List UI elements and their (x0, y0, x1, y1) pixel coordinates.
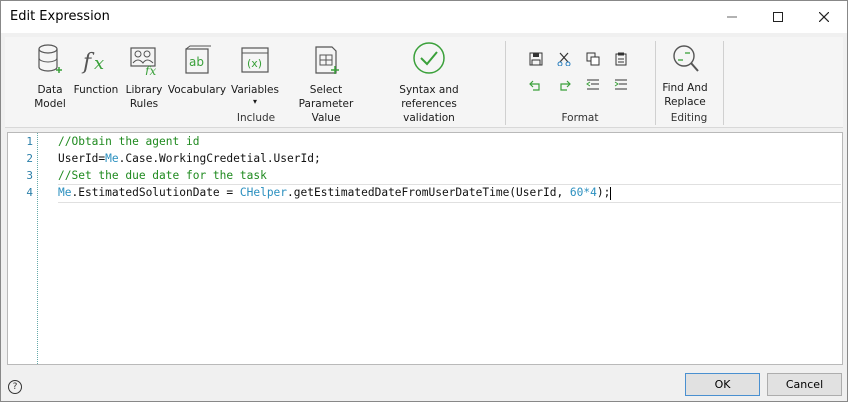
syntax-validation-label-1: Syntax and references (399, 84, 459, 110)
code-line-2: UserId=Me.Case.WorkingCredetial.UserId; (58, 152, 321, 165)
copy-icon (586, 52, 600, 66)
minimize-icon (727, 16, 737, 18)
keyword-token: Me (58, 186, 72, 199)
svg-text:f: f (81, 50, 95, 75)
vocabulary-icon: ab (167, 41, 227, 75)
function-button[interactable]: fx Function (72, 41, 120, 97)
minimize-button[interactable] (709, 1, 755, 33)
line-number: 1 (26, 135, 33, 148)
title-bar: Edit Expression (1, 1, 847, 33)
data-model-label-1: Data (37, 84, 63, 96)
find-replace-icon (657, 41, 713, 75)
code-token: UserId= (58, 152, 106, 165)
find-and-replace-button[interactable]: Find And Replace (657, 41, 713, 109)
maximize-icon (773, 12, 783, 22)
cancel-button[interactable]: Cancel (767, 373, 842, 396)
select-parameter-label-2: Value (311, 112, 341, 124)
window-title: Edit Expression (10, 9, 110, 24)
code-editor[interactable]: 1 2 3 4 //Obtain the agent id UserId=Me.… (7, 132, 843, 365)
undo-icon (529, 80, 540, 91)
code-line-3: //Set the due date for the task (58, 169, 267, 182)
ok-button[interactable]: OK (685, 373, 760, 396)
syntax-validation-label-2: validation (403, 112, 455, 124)
syntax-validation-button[interactable]: Syntax and references validation (373, 41, 485, 125)
ribbon-toolbar: Data Model fx Function fx Library Rules … (5, 37, 843, 128)
database-icon (29, 41, 71, 75)
maximize-button[interactable] (755, 1, 801, 33)
line-number: 3 (26, 169, 33, 182)
variables-dropdown-arrow: ▾ (252, 97, 257, 106)
code-line-1: //Obtain the agent id (58, 135, 199, 148)
close-button[interactable] (801, 1, 847, 33)
library-rules-button[interactable]: fx Library Rules (122, 41, 166, 111)
code-token: ); (596, 186, 611, 199)
outdent-icon (586, 79, 599, 90)
code-token: .getEstimatedDateFromUserDateTime(UserId… (287, 186, 570, 199)
comment-text: //Obtain the agent id (58, 135, 200, 148)
vocabulary-label: Vocabulary (167, 84, 227, 96)
svg-text:fx: fx (144, 64, 156, 75)
group-separator (655, 41, 656, 125)
copy-button[interactable] (583, 51, 603, 67)
format-group-label: Format (561, 112, 599, 124)
check-icon (373, 41, 485, 75)
save-icon (529, 52, 543, 66)
text-cursor (610, 186, 612, 200)
comment-text: //Set the due date for the task (58, 169, 267, 182)
redo-button[interactable] (554, 77, 574, 93)
find-replace-label-1: Find And (662, 82, 708, 94)
parameter-icon (281, 41, 371, 75)
library-rules-label-1: Library (125, 84, 163, 96)
paste-icon (615, 52, 627, 66)
data-model-button[interactable]: Data Model (29, 41, 71, 111)
code-token: .EstimatedSolutionDate = (71, 186, 240, 199)
find-replace-label-2: Replace (664, 96, 706, 108)
function-label: Function (73, 84, 119, 96)
code-line-4: Me.EstimatedSolutionDate = CHelper.getEs… (58, 186, 612, 200)
scissors-icon (557, 52, 571, 66)
line-number: 4 (26, 186, 33, 199)
library-rules-label-2: Rules (129, 98, 159, 110)
svg-text:(x): (x) (247, 57, 262, 70)
line-number: 2 (26, 152, 33, 165)
keyword-token: Me (105, 152, 119, 165)
outdent-button[interactable] (583, 77, 603, 93)
function-icon: fx (72, 41, 120, 75)
editing-group-label: Editing (670, 112, 708, 124)
close-icon (819, 12, 829, 22)
cut-button[interactable] (554, 51, 574, 67)
indent-icon (614, 79, 627, 90)
code-token: .Case.WorkingCredetial.UserId; (118, 152, 321, 165)
number-token: 60*4 (569, 186, 597, 199)
variables-label: Variables (231, 84, 279, 96)
variables-icon: (x) (229, 41, 281, 75)
group-separator (723, 41, 724, 125)
class-token: CHelper (239, 186, 288, 199)
group-separator (505, 41, 506, 125)
select-parameter-label-1: Select Parameter (298, 84, 354, 110)
edit-expression-window: Edit Expression Data Model fx Function f… (0, 0, 848, 402)
help-icon[interactable]: ? (8, 380, 22, 394)
save-format-button[interactable] (526, 51, 546, 67)
library-rules-icon: fx (122, 41, 166, 75)
line-number-gutter: 1 2 3 4 (8, 133, 38, 364)
vocabulary-button[interactable]: ab Vocabulary (167, 41, 227, 97)
svg-text:x: x (94, 53, 104, 74)
variables-button[interactable]: (x) Variables ▾ (229, 41, 281, 107)
paste-button[interactable] (611, 51, 631, 67)
data-model-label-2: Model (34, 98, 66, 110)
svg-text:ab: ab (189, 55, 204, 69)
redo-icon (560, 80, 571, 91)
indent-button[interactable] (611, 77, 631, 93)
include-group-label: Include (236, 112, 276, 124)
select-parameter-value-button[interactable]: Select Parameter Value (281, 41, 371, 125)
undo-button[interactable] (526, 77, 546, 93)
